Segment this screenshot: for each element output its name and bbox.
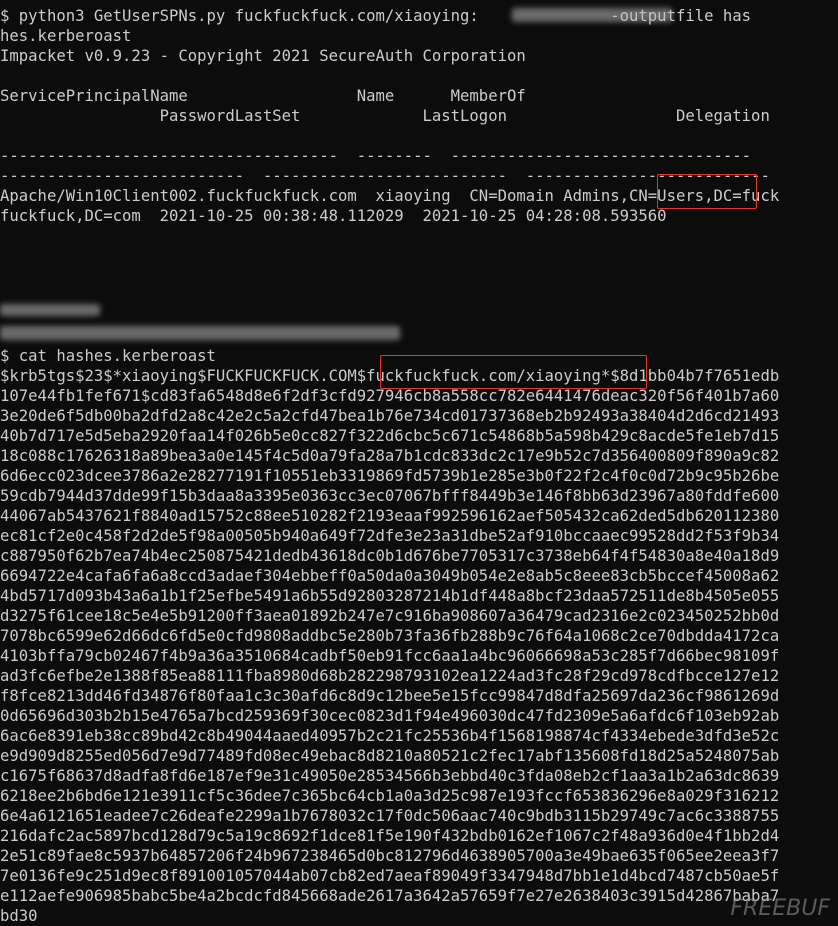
terminal-line: 0d65696d303b2b15e4765a7bcd259369f30cec08… bbox=[0, 707, 780, 725]
terminal-line: -------------------------- -------------… bbox=[0, 167, 770, 185]
terminal-line: 6694722e4cafa6fa6a8ccd3adaef304ebbeff0a5… bbox=[0, 567, 780, 585]
terminal-line: 7078bc6599e62d66dc6fd5e0cfd9808addbc5e28… bbox=[0, 627, 780, 645]
redacted-prompt-2 bbox=[0, 326, 400, 340]
terminal-line: ServicePrincipalName Name MemberOf bbox=[0, 87, 526, 105]
terminal-line: 3e20de6f5db00ba2dfd2a8c42e2c5a2cfd47bea1… bbox=[0, 407, 780, 425]
terminal-line: 6ac6e8391eb38cc89bd42c8b49044aaed40957b2… bbox=[0, 727, 780, 745]
terminal-line: c1675f68637d8adfa8fd6e187ef9e31c49050e28… bbox=[0, 767, 780, 785]
terminal-line: 6d6ecc023dcee3786a2e28277191f10551eb3319… bbox=[0, 467, 780, 485]
terminal-line: $krb5tgs$23$*xiaoying$FUCKFUCKFUCK.COM$f… bbox=[0, 367, 780, 385]
terminal-line: 2e51c89fae8c5937b64857206f24b967238465d0… bbox=[0, 847, 780, 865]
terminal-window[interactable]: $ python3 GetUserSPNs.py fuckfuckfuck.co… bbox=[0, 0, 838, 925]
terminal-line: 7e0136fe9c251d9ec8f891001057044ab07cb82e… bbox=[0, 867, 780, 885]
terminal-line: 44067ab5437621f8840ad15752c88ee510282f21… bbox=[0, 507, 780, 525]
terminal-line: 216dafc2ac5897bcd128d79c5a19c8692f1dce81… bbox=[0, 827, 780, 845]
terminal-line: 107e44fb1fef671$cd83fa6548d8e6f2df3cfd92… bbox=[0, 387, 780, 405]
terminal-line: e9d909d8255ed056d7e9d77489fd08ec49ebac8d… bbox=[0, 747, 780, 765]
terminal-line: 59cdb7944d37dde99f15b3daa8a3395e0363cc3e… bbox=[0, 487, 780, 505]
terminal-line: f8fce8213dd46fd34876f80faa1c3c30afd6c8d9… bbox=[0, 687, 780, 705]
terminal-line: e112aefe906985babc5be4a2bcdcfd845668ade2… bbox=[0, 887, 780, 905]
terminal-line: ec81cf2e0c458f2d2de5f98a00505b940a649f72… bbox=[0, 527, 780, 545]
terminal-line: 4103bffa79cb02467f4b9a36a3510684cadbf50e… bbox=[0, 647, 780, 665]
redacted-password bbox=[512, 8, 672, 22]
terminal-line: Impacket v0.9.23 - Copyright 2021 Secure… bbox=[0, 47, 526, 65]
terminal-line: 6e4a6121651eadee7c26deafe2299a1b7678032c… bbox=[0, 807, 780, 825]
terminal-line: 6218ee2b6bd6e121e3911cf5c36dee7c365bc64c… bbox=[0, 787, 780, 805]
watermark-text: FREEBUF bbox=[730, 896, 830, 921]
terminal-line: 18c088c17626318a89bea3a0e145f4c5d0a79fa2… bbox=[0, 447, 780, 465]
terminal-line: ------------------------------------ ---… bbox=[0, 147, 752, 165]
terminal-line: ad3fc6efbe2e1388f85ea88111fba8980d68b282… bbox=[0, 667, 780, 685]
terminal-line: $ cat hashes.kerberoast bbox=[0, 347, 216, 365]
terminal-line: hes.kerberoast bbox=[0, 27, 132, 45]
terminal-line: bd30 bbox=[0, 907, 38, 925]
terminal-line: Apache/Win10Client002.fuckfuckfuck.com x… bbox=[0, 187, 780, 205]
terminal-line: c887950f62b7ea74b4ec250875421dedb43618dc… bbox=[0, 547, 780, 565]
terminal-line: 4bd5717d093b43a6a1b1f25efbe5491a6b55d928… bbox=[0, 587, 780, 605]
redacted-prompt-1 bbox=[0, 304, 100, 316]
terminal-line: PasswordLastSet LastLogon Delegation bbox=[0, 107, 770, 125]
terminal-line: d3275f61cee18c5e4e5b91200ff3aea01892b247… bbox=[0, 607, 780, 625]
terminal-line: 40b7d717e5d5eba2920faa14f026b5e0cc827f32… bbox=[0, 427, 780, 445]
terminal-line: fuckfuck,DC=com 2021-10-25 00:38:48.1120… bbox=[0, 207, 667, 225]
